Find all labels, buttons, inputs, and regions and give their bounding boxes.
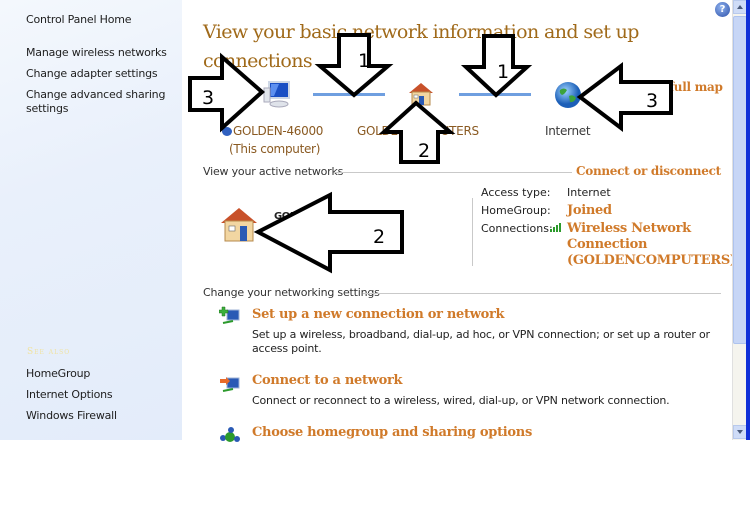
annotation-label-3b: 3 (646, 90, 658, 112)
annotation-label-1a: 1 (358, 50, 370, 72)
annotation-arrow-3a (188, 52, 266, 133)
annotation-label-3a: 3 (202, 87, 214, 109)
annotation-arrow-1a (314, 33, 394, 98)
annotation-label-2b: 2 (373, 226, 385, 248)
annotation-label-1b: 1 (497, 61, 509, 83)
network-and-sharing-center-window: Control Panel Home Manage wireless netwo… (0, 0, 750, 442)
annotation-arrow-2a (378, 100, 456, 164)
annotation-label-2a: 2 (418, 140, 430, 162)
annotation-overlay: 1 1 3 3 2 2 (188, 33, 673, 274)
